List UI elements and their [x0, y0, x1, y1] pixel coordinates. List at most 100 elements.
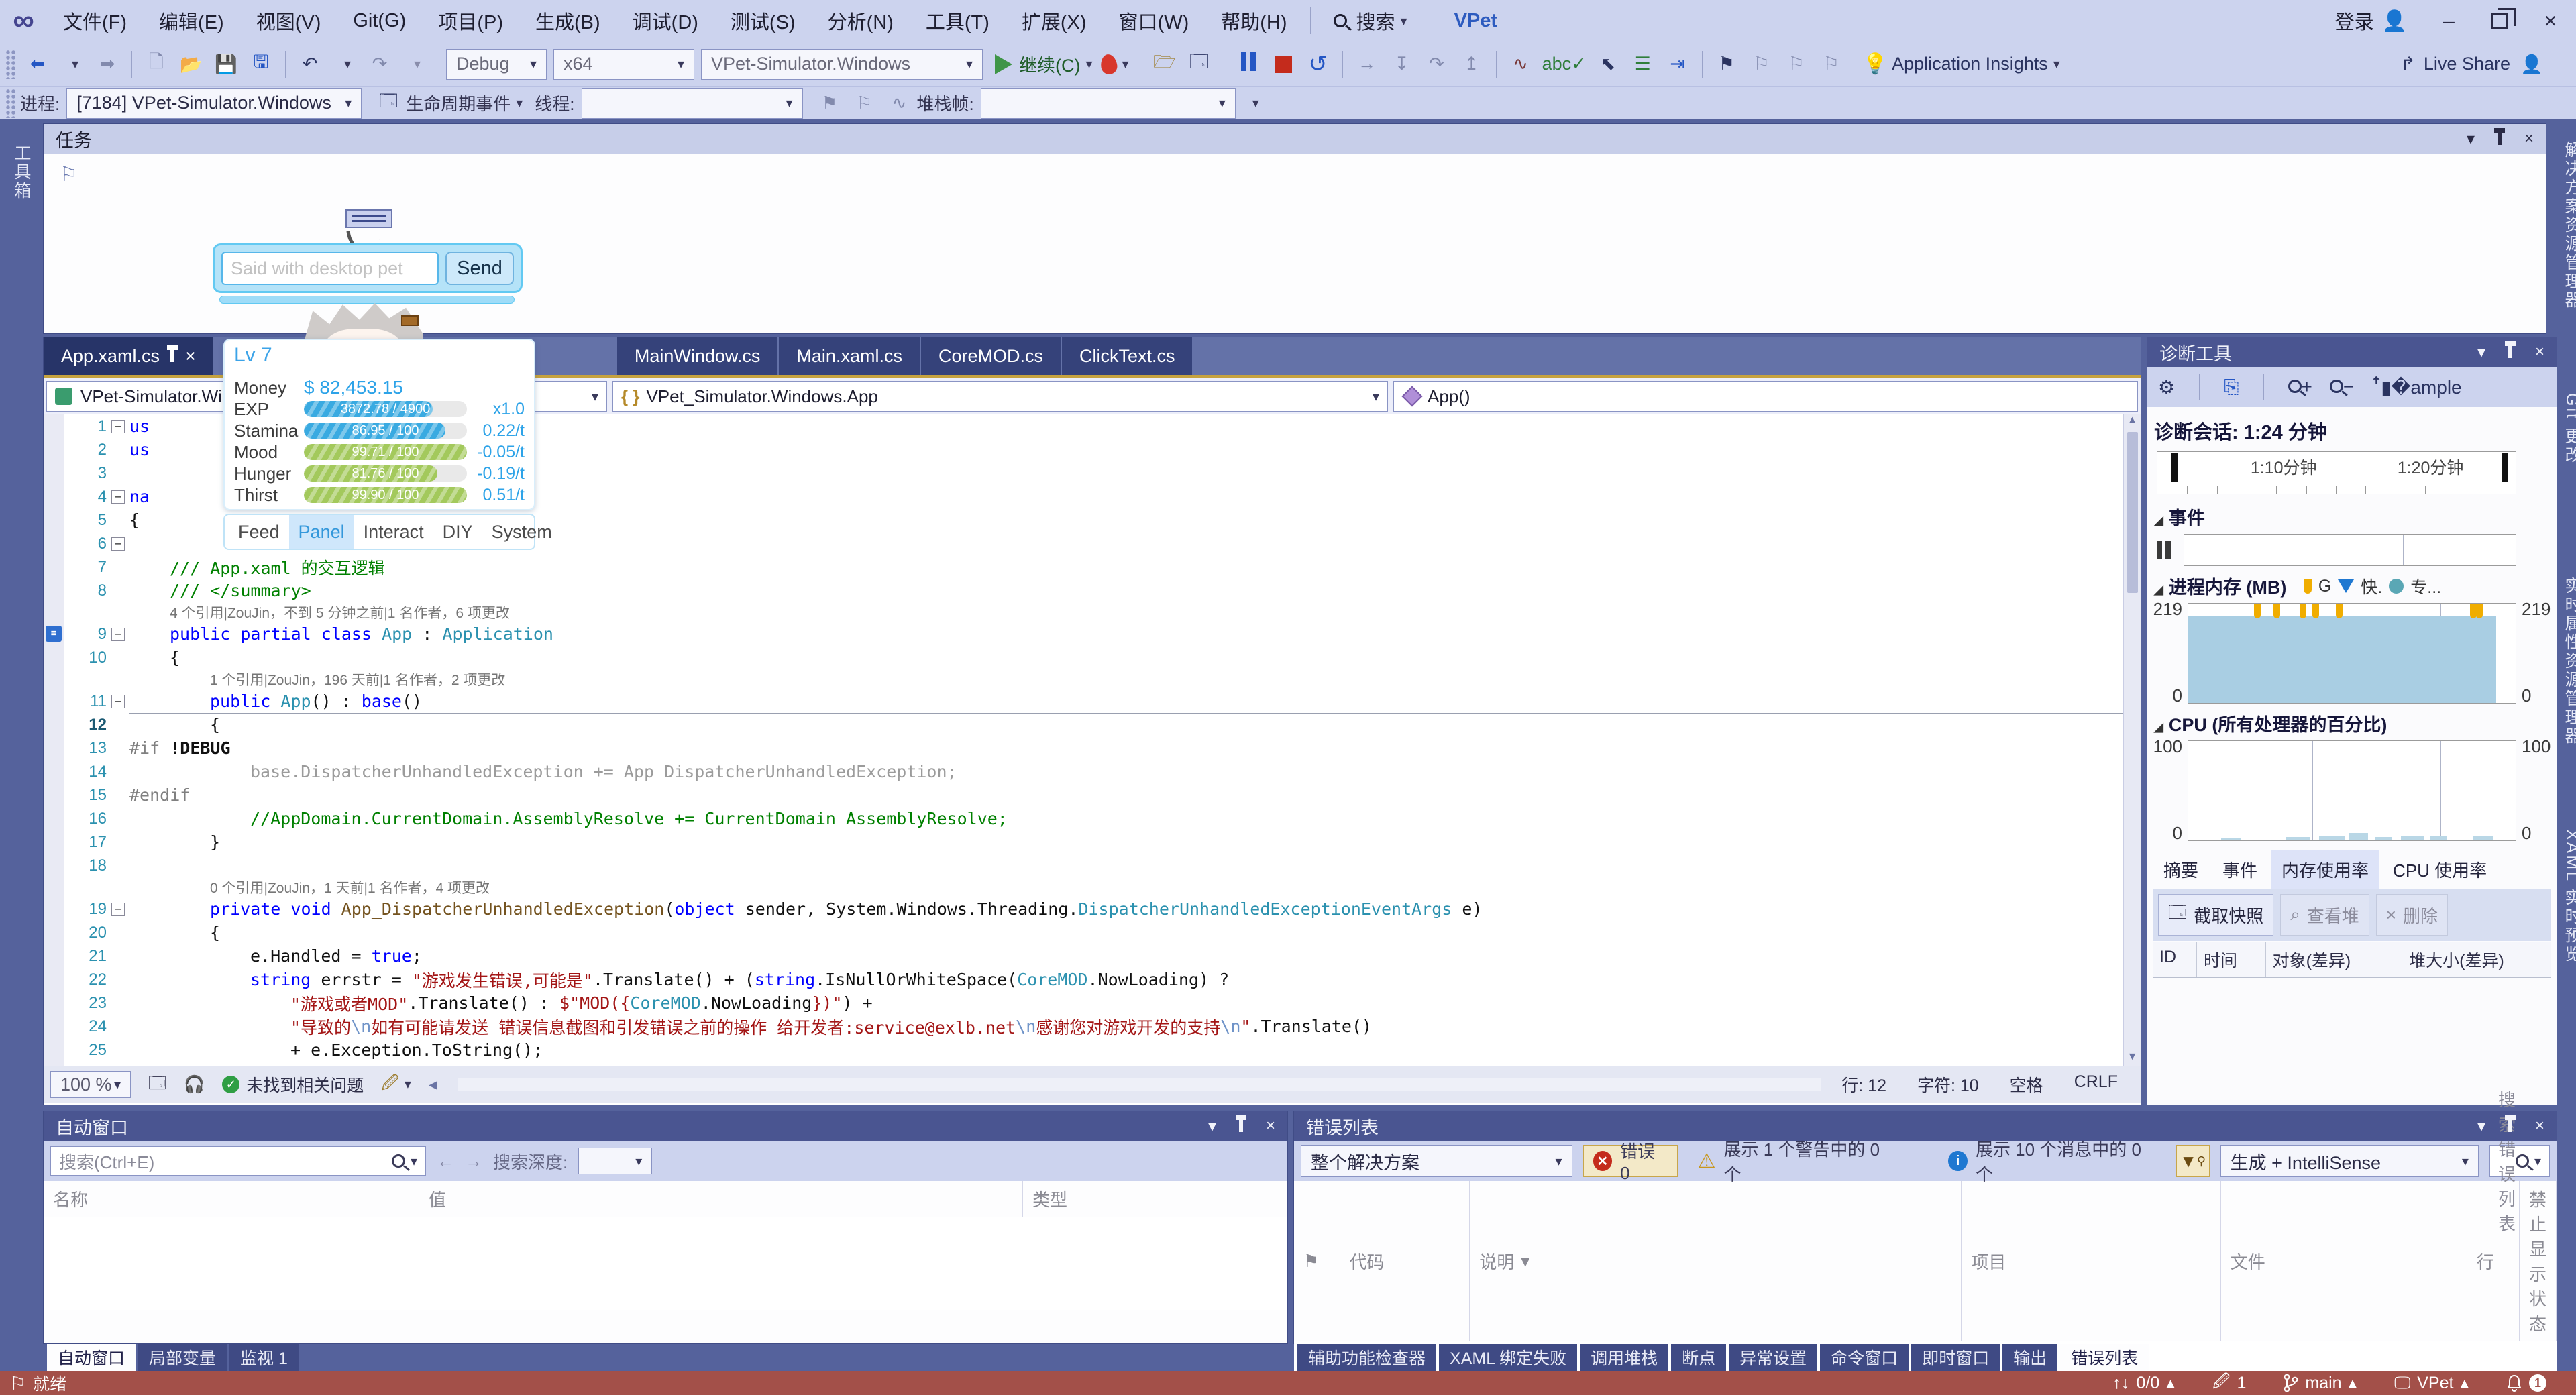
filter-button[interactable]: ▼ ⚲ [2176, 1145, 2210, 1177]
close-icon[interactable]: × [185, 346, 196, 367]
diag-button-查看堆[interactable]: ⌕ 查看堆 [2280, 894, 2369, 936]
document-tab-App.xaml.cs[interactable]: App.xaml.cs × [44, 337, 213, 375]
window-position-dropdown[interactable]: ▾ [2477, 343, 2485, 362]
document-tab-MainWindow.cs[interactable]: MainWindow.cs [616, 337, 778, 375]
warnings-filter-button[interactable]: ⚠ 展示 1 个警告中的 0 个 [1688, 1139, 1904, 1184]
menu-item-文件(F)[interactable]: 文件(F) [47, 0, 143, 42]
memory-chart[interactable] [2188, 603, 2516, 704]
repository-button[interactable]: 🖵 VPet ▴ [2394, 1373, 2469, 1393]
sidebar-tab-toolbox[interactable]: 工具箱 [9, 144, 34, 201]
codelens-text[interactable]: 1 个引用|ZouJin，196 天前|1 名作者，2 项更改 [210, 669, 505, 689]
right-tab-解决方案资源管理器[interactable]: 解决方案资源管理器 [2560, 141, 2576, 310]
column-header-名称[interactable]: 名称 [44, 1181, 419, 1217]
collapse-icon[interactable]: − [111, 627, 125, 641]
line-indicator[interactable]: 行: 12 [1841, 1072, 1886, 1097]
sync-commits-button[interactable]: ↑↓ 0/0 ▴ [2112, 1373, 2174, 1393]
tool-tab-监视 1[interactable]: 监视 1 [229, 1344, 299, 1371]
document-tab-Main.xaml.cs[interactable]: Main.xaml.cs [779, 337, 920, 375]
pin-icon[interactable] [2493, 128, 2505, 145]
pet-tab-DIY[interactable]: DIY [433, 515, 482, 549]
startup-project-dropdown[interactable]: VPet-Simulator.Windows ▾ [701, 48, 983, 80]
scroll-down-icon[interactable]: ▼ [2127, 1051, 2138, 1063]
column-header-flag[interactable]: ⚑ [1294, 1181, 1340, 1341]
menu-item-生成(B)[interactable]: 生成(B) [519, 0, 616, 42]
column-header-类型[interactable]: 类型 [1023, 1181, 1287, 1217]
spaces-indicator[interactable]: 空格 [2010, 1072, 2043, 1097]
column-header-值[interactable]: 值 [419, 1181, 1023, 1217]
close-icon[interactable]: × [2535, 343, 2544, 361]
code-editor[interactable]: 1− us 2 us 3 4− na 5{6−7/// App.xaml 的交互逻辑 8/// … [44, 414, 2123, 1066]
search-forward-icon[interactable]: → [465, 1151, 482, 1172]
pin-icon[interactable] [2504, 341, 2516, 358]
configuration-dropdown[interactable]: Debug ▾ [446, 48, 547, 80]
autos-titlebar[interactable]: 自动窗口 ▾ × [44, 1111, 1287, 1141]
right-tab-实时属性资源管理器[interactable]: 实时属性资源管理器 [2560, 577, 2576, 746]
autos-search-input[interactable]: 搜索(Ctrl+E) ▾ [50, 1146, 426, 1176]
column-header-禁止显示状态[interactable]: 禁止显示状态 [2520, 1181, 2557, 1341]
pin-icon[interactable] [1235, 1115, 1246, 1132]
restore-button[interactable] [2474, 0, 2525, 42]
clear-bookmarks-button[interactable]: ⚐ [1814, 47, 1849, 82]
codelens-text[interactable]: 4 个引用|ZouJin，不到 5 分钟之前|1 名作者，6 项更改 [170, 602, 510, 622]
prev-bookmark-button[interactable]: ⚐ [1744, 47, 1779, 82]
pet-tab-Panel[interactable]: Panel [288, 515, 354, 549]
scrollbar-thumb[interactable] [2127, 432, 2138, 593]
toolbar-grip[interactable] [5, 88, 15, 118]
toolbar-overflow-button[interactable]: ▾ [1236, 86, 1271, 121]
find-in-files-button[interactable]: 🗁 [1147, 47, 1182, 82]
diagnostics-tab-摘要[interactable]: 摘要 [2153, 850, 2209, 889]
sign-in-button[interactable]: 登录 👤 [2319, 0, 2423, 42]
tool-tab-输出[interactable]: 输出 [2002, 1344, 2058, 1371]
show-next-statement-button[interactable]: → [1350, 47, 1385, 82]
task-pane-titlebar[interactable]: 任务 ▾ × [44, 124, 2546, 154]
next-bookmark-button[interactable]: ⚐ [1779, 47, 1814, 82]
restart-button[interactable]: ↺ [1301, 47, 1336, 82]
column-header-行[interactable]: 行 [2467, 1181, 2520, 1341]
open-file-button[interactable]: 📂 [174, 47, 209, 82]
menu-item-扩展(X)[interactable]: 扩展(X) [1006, 0, 1103, 42]
diagnostics-tab-事件[interactable]: 事件 [2212, 850, 2268, 889]
export-icon[interactable]: ⎘ [2224, 376, 2239, 398]
column-header-时间[interactable]: 时间 [2197, 942, 2266, 977]
member-dropdown[interactable]: App() [1393, 381, 2138, 412]
participants-icon[interactable]: 👤 [2514, 47, 2549, 82]
right-tab-XAML 实时预览[interactable]: XAML 实时预览 [2560, 829, 2576, 964]
column-header-文件[interactable]: 文件 [2221, 1181, 2467, 1341]
column-header-代码[interactable]: 代码 [1340, 1181, 1470, 1341]
collapse-icon[interactable]: − [111, 902, 125, 916]
search-depth-dropdown[interactable]: ▾ [578, 1148, 653, 1174]
code-cleanup-icon[interactable]: 🖉 ▾ [381, 1070, 411, 1099]
tool-tab-调用堆栈[interactable]: 调用堆栈 [1580, 1344, 1669, 1371]
error-search-input[interactable]: 搜索错误列表 ▾ [2489, 1090, 2551, 1234]
events-track[interactable] [2184, 534, 2516, 566]
tool-tab-错误列表[interactable]: 错误列表 [2060, 1344, 2149, 1371]
column-header-说明[interactable]: 说明 ▾ [1470, 1181, 1962, 1341]
column-header-ID[interactable]: ID [2153, 942, 2197, 977]
right-tab-Git 更改[interactable]: Git 更改 [2560, 393, 2576, 465]
notifications-bell-button[interactable]: 1 [2506, 1374, 2546, 1392]
column-header-项目[interactable]: 项目 [1962, 1181, 2221, 1341]
hot-reload-button[interactable]: ▾ [1097, 47, 1133, 82]
step-over-button[interactable]: ↷ [1419, 47, 1454, 82]
breakpoints-button[interactable]: ∿ [1503, 47, 1538, 82]
step-into-button[interactable]: ↧ [1385, 47, 1419, 82]
navigate-forward-button[interactable]: ➡ [90, 47, 125, 82]
pet-feed-mini-window[interactable] [345, 209, 392, 228]
zoom-out-icon[interactable]: − [2329, 376, 2354, 398]
eol-indicator[interactable]: CRLF [2074, 1072, 2118, 1097]
application-window-button[interactable]: 🗔 [1182, 47, 1217, 82]
pin-icon[interactable] [167, 345, 178, 362]
error-source-dropdown[interactable]: 生成 + IntelliSense ▾ [2220, 1145, 2479, 1177]
zoom-in-icon[interactable]: + [2288, 376, 2312, 398]
tool-tab-辅助功能检查器[interactable]: 辅助功能检查器 [1297, 1344, 1437, 1371]
bookmark-button[interactable]: ⚑ [1709, 47, 1744, 82]
redo-dropdown[interactable]: ▾ [397, 47, 432, 82]
diag-button-删除[interactable]: × 删除 [2375, 894, 2448, 936]
close-icon[interactable]: × [2524, 129, 2534, 148]
autos-body[interactable] [44, 1217, 1287, 1310]
messages-filter-button[interactable]: i 展示 10 个消息中的 0 个 [1939, 1139, 2165, 1184]
live-share-audio-icon[interactable]: 🎧 [184, 1075, 205, 1095]
navigate-back-button[interactable]: ⬅ [20, 47, 55, 82]
flag-threads-icon[interactable]: ⚑ [812, 86, 847, 121]
platform-dropdown[interactable]: x64 ▾ [553, 48, 694, 80]
